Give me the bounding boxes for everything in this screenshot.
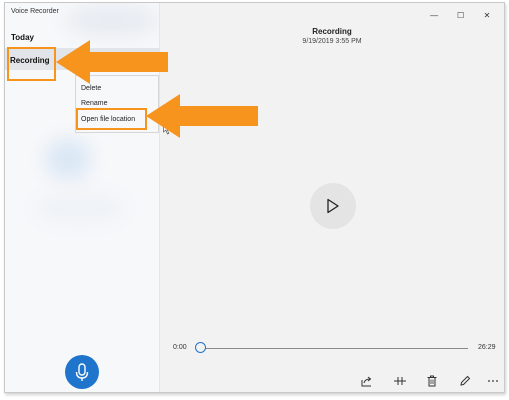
trim-icon — [394, 377, 406, 385]
microphone-icon — [75, 363, 89, 381]
recording-title: Recording — [312, 27, 352, 36]
menu-item-delete[interactable]: Delete — [81, 85, 101, 92]
edit-button[interactable] — [457, 373, 473, 389]
maximize-button[interactable]: ☐ — [450, 9, 472, 23]
seek-bar[interactable] — [198, 348, 468, 349]
highlight-box-recording — [7, 47, 56, 81]
menu-item-rename[interactable]: Rename — [81, 100, 107, 107]
play-button[interactable] — [310, 183, 356, 229]
edit-icon — [460, 375, 471, 386]
close-button[interactable]: ✕ — [476, 9, 498, 23]
share-icon — [361, 376, 372, 387]
play-icon — [327, 198, 339, 214]
background-blur — [35, 193, 125, 223]
delete-button[interactable] — [424, 373, 440, 389]
background-blur — [65, 3, 159, 38]
share-button[interactable] — [359, 373, 375, 389]
highlight-box-open-file-location — [76, 108, 147, 130]
delete-icon — [427, 375, 437, 387]
app-title: Voice Recorder — [11, 8, 59, 15]
annotation-arrow-icon — [146, 94, 258, 138]
annotation-arrow-icon — [56, 40, 168, 84]
trim-button[interactable] — [392, 373, 408, 389]
seek-thumb[interactable] — [195, 342, 206, 353]
more-icon — [488, 380, 498, 382]
group-header-today: Today — [11, 33, 34, 42]
background-blur — [45, 138, 91, 180]
time-total: 26:29 — [478, 344, 496, 351]
window-controls: — ☐ ✕ — [423, 5, 498, 23]
recording-date: 9/19/2019 3:55 PM — [302, 38, 362, 45]
main-panel: — ☐ ✕ Recording 9/19/2019 3:55 PM 0:00 2… — [160, 3, 504, 392]
minimize-button[interactable]: — — [423, 9, 445, 23]
record-button[interactable] — [65, 355, 99, 389]
time-elapsed: 0:00 — [173, 344, 187, 351]
more-button[interactable] — [485, 373, 501, 389]
